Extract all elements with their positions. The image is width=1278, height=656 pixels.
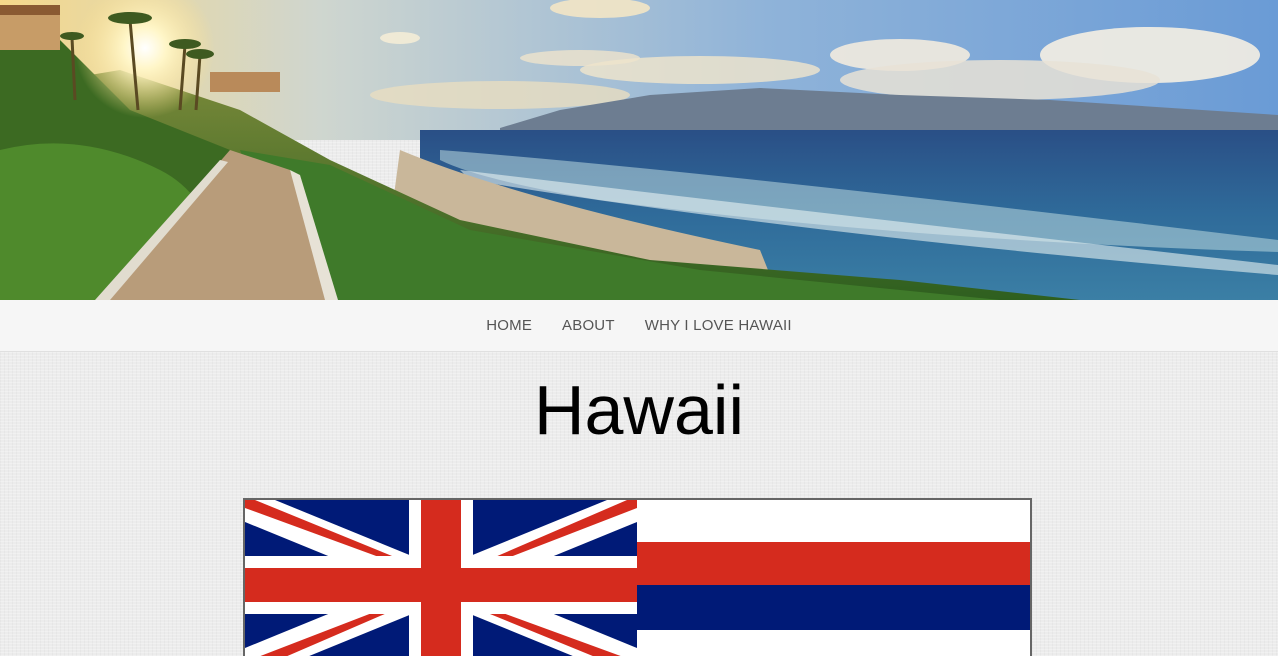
main-navigation: HOME ABOUT WHY I LOVE HAWAII [0,300,1278,352]
nav-why-i-love-hawaii-link[interactable]: WHY I LOVE HAWAII [645,317,792,334]
nav-home-link[interactable]: HOME [486,317,532,334]
page-title: Hawaii [533,371,745,449]
header-banner-image [0,0,1278,300]
hawaii-flag-image [243,498,1032,656]
nav-about-link[interactable]: ABOUT [562,317,615,334]
